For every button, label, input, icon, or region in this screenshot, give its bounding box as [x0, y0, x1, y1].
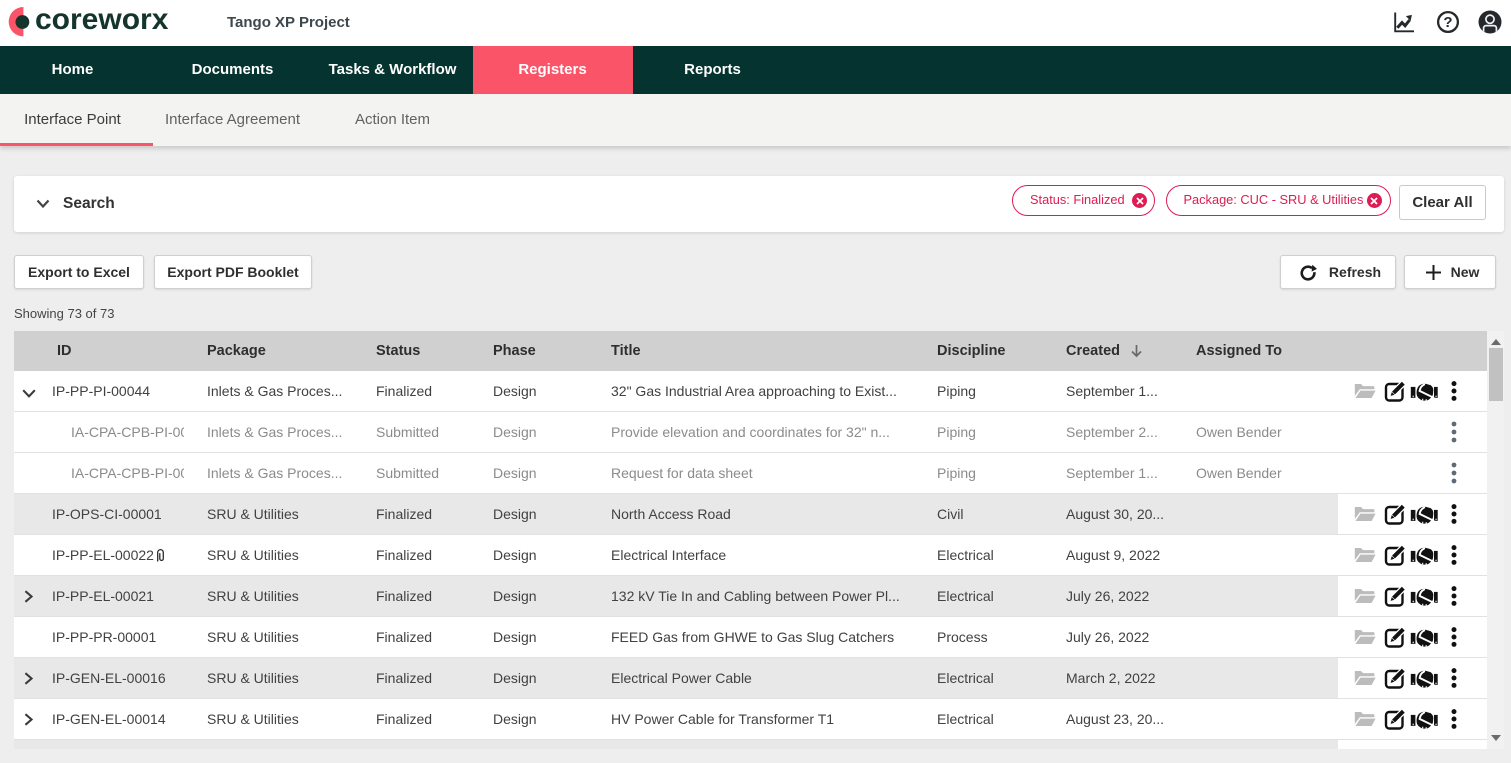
svg-text:?: ? [1443, 14, 1452, 31]
